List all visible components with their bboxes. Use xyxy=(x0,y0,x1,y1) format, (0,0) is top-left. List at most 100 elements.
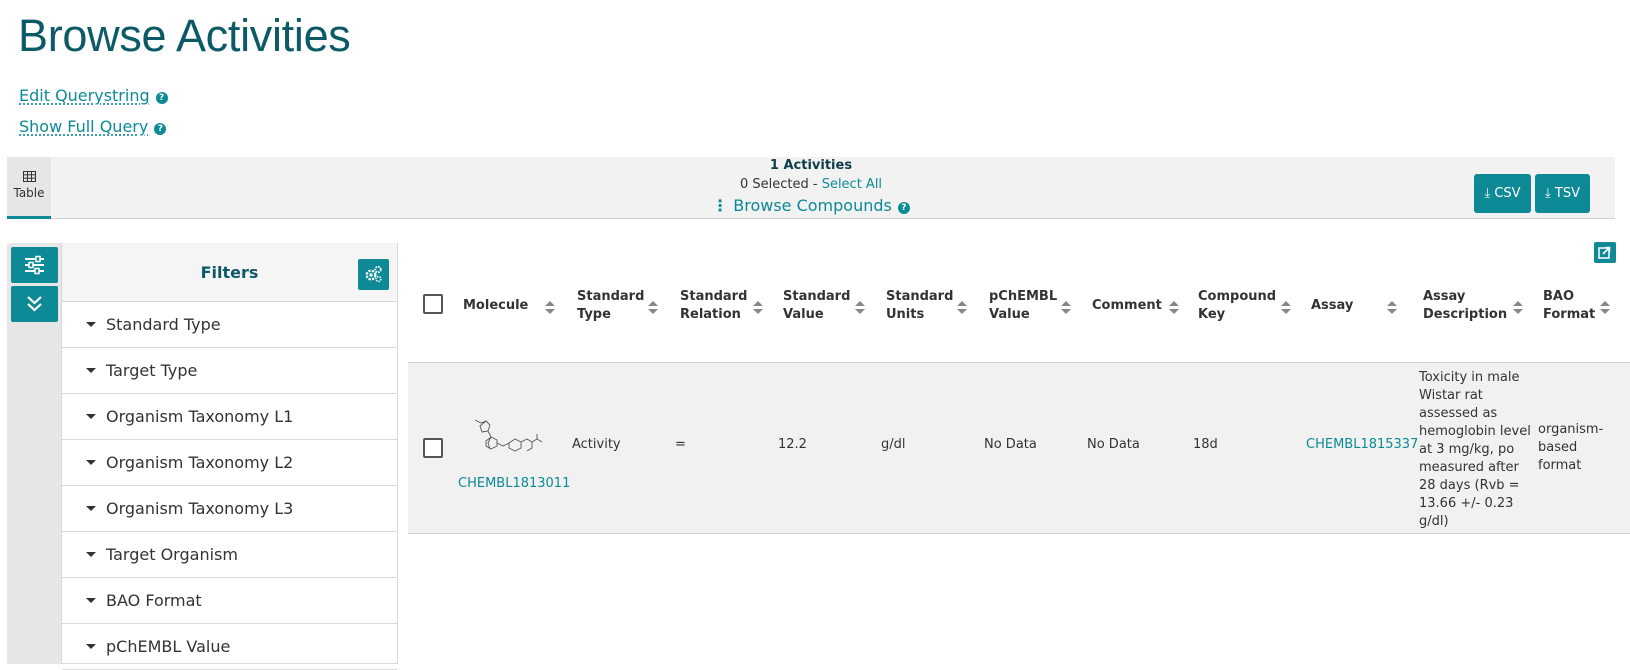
cell-pchembl-value: No Data xyxy=(984,437,1037,452)
assay-link[interactable]: CHEMBL1815337 xyxy=(1306,437,1418,452)
filter-label[interactable]: Target Type xyxy=(106,361,197,380)
browse-compounds-link[interactable]: ⋮ Browse Compounds? xyxy=(7,196,1615,215)
show-full-query-label[interactable]: Show Full Query xyxy=(19,117,148,136)
column-label[interactable]: BAO xyxy=(1543,289,1574,304)
column-label[interactable]: Compound xyxy=(1198,289,1276,304)
cell-standard-units: g/dl xyxy=(881,437,906,452)
caret-down-icon xyxy=(86,644,96,649)
cell-comment: No Data xyxy=(1087,437,1140,452)
column-label[interactable]: Standard xyxy=(680,289,747,304)
column-label[interactable]: Standard xyxy=(577,289,644,304)
sort-icon[interactable] xyxy=(753,301,763,315)
caret-down-icon xyxy=(86,598,96,603)
double-chevron-down-icon xyxy=(27,296,42,312)
column-label[interactable]: Molecule xyxy=(463,298,528,313)
show-full-query-link[interactable]: Show Full Query? xyxy=(19,117,167,136)
sort-icon[interactable] xyxy=(1513,301,1523,315)
sort-icon[interactable] xyxy=(545,301,555,315)
sort-icon[interactable] xyxy=(1169,301,1179,315)
edit-querystring-label[interactable]: Edit Querystring xyxy=(19,86,150,105)
column-header-comment[interactable]: Comment xyxy=(1092,297,1162,315)
help-icon[interactable]: ? xyxy=(897,202,910,214)
filter-label[interactable]: Organism Taxonomy L3 xyxy=(106,499,293,518)
help-icon[interactable]: ? xyxy=(155,92,168,104)
row-checkbox[interactable] xyxy=(423,438,443,458)
filter-label[interactable]: pChEMBL Value xyxy=(106,637,230,656)
filter-pchembl-value[interactable]: pChEMBL Value xyxy=(62,624,397,670)
sort-icon[interactable] xyxy=(855,301,865,315)
cell-standard-value: 12.2 xyxy=(778,437,807,452)
column-header-standard-type[interactable]: Standard Type xyxy=(577,288,644,324)
column-label[interactable]: Standard xyxy=(886,289,953,304)
column-label[interactable]: pChEMBL xyxy=(989,289,1057,304)
filters-header: Filters xyxy=(62,243,397,302)
selected-count: 0 Selected - xyxy=(739,177,818,192)
filter-label[interactable]: BAO Format xyxy=(106,591,202,610)
column-header-compound-key[interactable]: Compound Key xyxy=(1198,288,1276,324)
column-label[interactable]: Comment xyxy=(1092,298,1162,313)
filter-organism-taxonomy-l2[interactable]: Organism Taxonomy L2 xyxy=(62,440,397,486)
column-header-pchembl-value[interactable]: pChEMBL Value xyxy=(989,288,1057,324)
sort-icon[interactable] xyxy=(957,301,967,315)
filter-rail xyxy=(7,243,61,664)
tsv-label[interactable]: TSV xyxy=(1555,186,1580,201)
filter-target-type[interactable]: Target Type xyxy=(62,348,397,394)
sort-icon[interactable] xyxy=(1387,301,1397,315)
assay-description-line: assessed as xyxy=(1419,406,1498,421)
table-row: CHEMBL1813011 Activity = 12.2 g/dl No Da… xyxy=(408,363,1630,534)
column-label[interactable]: Key xyxy=(1198,307,1225,322)
column-label[interactable]: Units xyxy=(886,307,924,322)
share-button[interactable] xyxy=(1594,242,1616,263)
cell-compound-key: 18d xyxy=(1193,437,1218,452)
column-header-molecule[interactable]: Molecule xyxy=(463,297,528,315)
collapse-filters-button[interactable] xyxy=(11,286,58,322)
filters-settings-button[interactable] xyxy=(358,259,389,290)
caret-down-icon xyxy=(86,414,96,419)
column-label[interactable]: Relation xyxy=(680,307,741,322)
assay-description-line: measured after xyxy=(1419,460,1519,475)
download-tsv-button[interactable]: ⤓ TSV xyxy=(1535,174,1590,213)
column-label[interactable]: Assay xyxy=(1311,298,1353,313)
column-label[interactable]: Type xyxy=(577,307,611,322)
sort-icon[interactable] xyxy=(1600,301,1610,315)
filter-standard-type[interactable]: Standard Type xyxy=(62,302,397,348)
sort-icon[interactable] xyxy=(1281,301,1291,315)
column-header-assay-description[interactable]: Assay Description xyxy=(1423,288,1507,324)
filter-label[interactable]: Organism Taxonomy L1 xyxy=(106,407,293,426)
csv-label[interactable]: CSV xyxy=(1494,186,1520,201)
column-header-bao-format[interactable]: BAO Format xyxy=(1543,288,1595,324)
column-label[interactable]: Format xyxy=(1543,307,1595,322)
column-header-standard-relation[interactable]: Standard Relation xyxy=(680,288,747,324)
filter-label[interactable]: Organism Taxonomy L2 xyxy=(106,453,293,472)
edit-querystring-link[interactable]: Edit Querystring? xyxy=(19,86,168,105)
column-label[interactable]: Value xyxy=(989,307,1030,322)
gears-icon xyxy=(365,265,382,283)
filter-organism-taxonomy-l1[interactable]: Organism Taxonomy L1 xyxy=(62,394,397,440)
column-label[interactable]: Description xyxy=(1423,307,1507,322)
caret-down-icon xyxy=(86,368,96,373)
filter-target-organism[interactable]: Target Organism xyxy=(62,532,397,578)
browse-compounds-label[interactable]: Browse Compounds xyxy=(733,196,892,215)
help-icon[interactable]: ? xyxy=(154,123,167,135)
select-all-checkbox[interactable] xyxy=(423,294,443,314)
column-label[interactable]: Value xyxy=(783,307,824,322)
select-all-link[interactable]: Select All xyxy=(822,177,882,192)
sort-icon[interactable] xyxy=(648,301,658,315)
molecule-structure-image[interactable] xyxy=(470,415,545,457)
column-header-assay[interactable]: Assay xyxy=(1311,297,1353,315)
molecule-link[interactable]: CHEMBL1813011 xyxy=(458,476,570,491)
toggle-filters-button[interactable] xyxy=(11,247,58,283)
sort-icon[interactable] xyxy=(1061,301,1071,315)
column-header-standard-units[interactable]: Standard Units xyxy=(886,288,953,324)
assay-description-line: Toxicity in male xyxy=(1419,370,1520,385)
download-csv-button[interactable]: ⤓ CSV xyxy=(1474,174,1531,213)
table-header: Molecule Standard Type Standard Relation S… xyxy=(408,270,1630,363)
filter-label[interactable]: Standard Type xyxy=(106,315,221,334)
filter-label[interactable]: Target Organism xyxy=(106,545,238,564)
column-label[interactable]: Assay xyxy=(1423,289,1465,304)
filter-bao-format[interactable]: BAO Format xyxy=(62,578,397,624)
column-label[interactable]: Standard xyxy=(783,289,850,304)
activities-count: 1 Activities xyxy=(769,158,853,173)
filter-organism-taxonomy-l3[interactable]: Organism Taxonomy L3 xyxy=(62,486,397,532)
column-header-standard-value[interactable]: Standard Value xyxy=(783,288,850,324)
